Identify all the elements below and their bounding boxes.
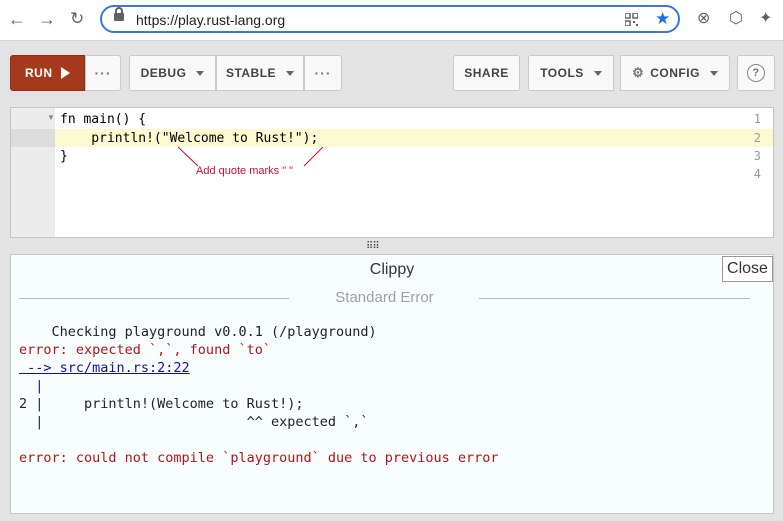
output-line: 2 | println!(Welcome to Rust!); (19, 396, 304, 412)
section-label: Standard Error (335, 289, 434, 306)
source-location-link[interactable]: --> src/main.rs:2:22 (19, 360, 190, 376)
output-line: | ^^ expected `,` (19, 414, 369, 430)
resize-handle-icon[interactable]: ⠿⠿ (366, 241, 380, 252)
output-panel: Clippy Close Standard Error Checking pla… (10, 254, 774, 514)
close-button[interactable]: Close (722, 256, 773, 282)
annotation-lines (177, 146, 324, 167)
output-title: Clippy (369, 261, 415, 278)
annotation-text: Add quote marks " " (196, 165, 294, 177)
standard-error-header: Standard Error (19, 289, 750, 309)
output-line: Checking playground v0.0.1 (/playground) (19, 324, 377, 340)
output-gutter-line: | (19, 378, 44, 394)
error-line: error: could not compile `playground` du… (19, 450, 499, 466)
error-line: error: expected `,`, found `to` (19, 342, 271, 358)
